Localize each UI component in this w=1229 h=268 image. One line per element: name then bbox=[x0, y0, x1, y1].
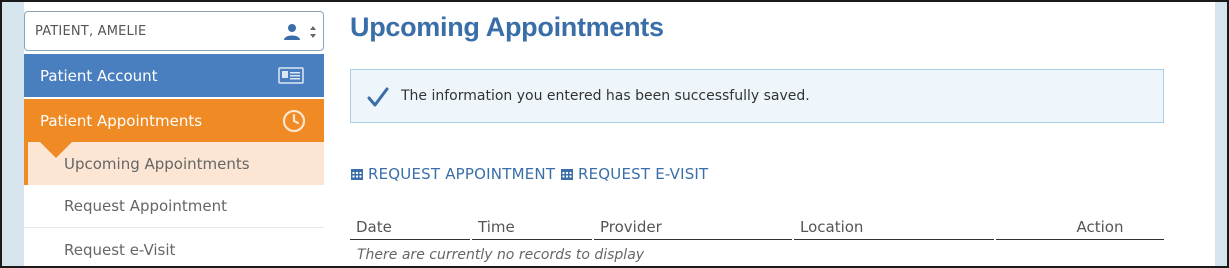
column-header-date[interactable]: Date bbox=[350, 215, 470, 240]
sidebar-subitem-label: Request Appointment bbox=[64, 197, 227, 215]
success-alert: The information you entered has been suc… bbox=[350, 69, 1164, 123]
patient-selector[interactable]: PATIENT, AMELIE bbox=[24, 11, 324, 51]
sidebar-subitem-label: Upcoming Appointments bbox=[64, 154, 250, 173]
action-link-label: REQUEST E-VISIT bbox=[578, 165, 709, 183]
calendar-icon bbox=[561, 169, 573, 180]
sidebar-item-label: Patient Appointments bbox=[40, 111, 203, 130]
window-frame: PATIENT, AMELIE Patient Account Patient … bbox=[0, 0, 1229, 268]
sidebar-item-patient-appointments[interactable]: Patient Appointments bbox=[24, 99, 324, 142]
alert-message: The information you entered has been suc… bbox=[401, 88, 810, 104]
clock-icon bbox=[282, 109, 306, 133]
column-header-location[interactable]: Location bbox=[794, 215, 994, 240]
patient-name: PATIENT, AMELIE bbox=[35, 23, 147, 39]
sidebar-item-label: Patient Account bbox=[40, 66, 158, 85]
person-icon bbox=[284, 24, 300, 40]
action-link-label: REQUEST APPOINTMENT bbox=[368, 165, 556, 183]
column-header-provider[interactable]: Provider bbox=[594, 215, 792, 240]
calendar-icon bbox=[351, 169, 363, 180]
sidebar-subitem-request-evisit[interactable]: Request e-Visit bbox=[24, 228, 324, 266]
empty-table-message: There are currently no records to displa… bbox=[357, 247, 645, 263]
column-header-action: Action bbox=[996, 215, 1164, 240]
appointments-table-header: Date Time Provider Location Action bbox=[350, 215, 1164, 241]
request-appointment-link[interactable]: REQUEST APPOINTMENT bbox=[350, 165, 555, 183]
checkmark-icon bbox=[367, 87, 389, 107]
sidebar-subitem-label: Request e-Visit bbox=[64, 240, 176, 259]
sort-caret-icon bbox=[310, 26, 316, 38]
page-title: Upcoming Appointments bbox=[350, 12, 664, 42]
active-indicator-notch bbox=[40, 142, 72, 158]
request-evisit-link[interactable]: REQUEST E-VISIT bbox=[560, 165, 708, 183]
column-header-time[interactable]: Time bbox=[472, 215, 592, 240]
id-card-icon bbox=[278, 67, 304, 84]
sidebar-item-patient-account[interactable]: Patient Account bbox=[24, 54, 324, 97]
sidebar-subitem-request-appointment[interactable]: Request Appointment bbox=[24, 185, 324, 228]
